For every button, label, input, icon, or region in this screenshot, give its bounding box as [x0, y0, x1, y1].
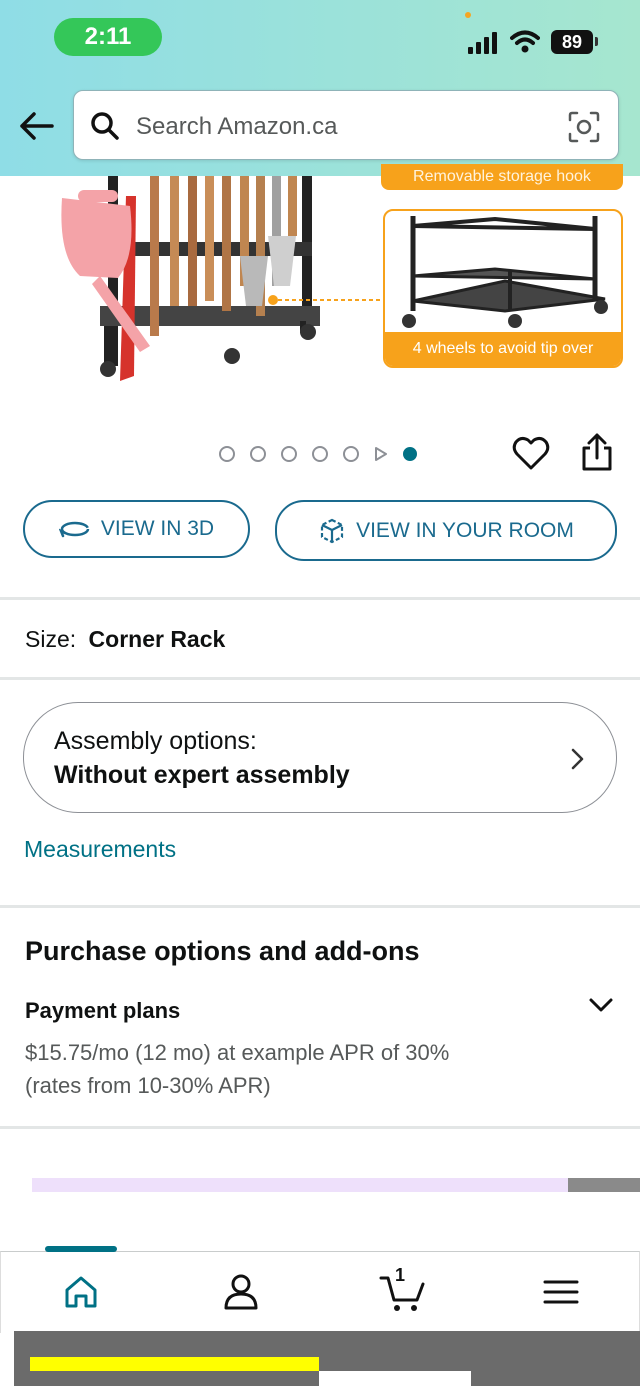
carousel-dot[interactable] [219, 446, 235, 462]
active-tab-indicator [45, 1246, 117, 1252]
assembly-options-value: Without expert assembly [54, 761, 350, 789]
size-label: Size: [25, 626, 77, 652]
carousel-dot[interactable] [343, 446, 359, 462]
payment-plans-heading[interactable]: Payment plans [25, 998, 180, 1024]
section-divider [0, 597, 640, 600]
measurements-link[interactable]: Measurements [24, 836, 176, 863]
cart-button[interactable]: 1 [379, 1265, 425, 1314]
carousel-dot[interactable] [312, 446, 328, 462]
assembly-options-selector[interactable]: Assembly options: Without expert assembl… [23, 702, 617, 813]
image-carousel-dots[interactable] [219, 446, 417, 462]
view-in-3d-label: VIEW IN 3D [100, 517, 215, 540]
carousel-dot[interactable] [281, 446, 297, 462]
corner-rack-illustration [402, 216, 608, 328]
section-divider [0, 1126, 640, 1129]
battery-indicator: 89 [551, 30, 593, 54]
purchase-options-heading: Purchase options and add-ons [25, 936, 420, 966]
rotate-3d-icon [58, 521, 90, 538]
carousel-dot[interactable] [250, 446, 266, 462]
storage-hook-callout: Removable storage hook [381, 164, 623, 190]
render-artifact-strip [30, 1357, 319, 1371]
section-divider [0, 677, 640, 680]
chevron-right-icon [571, 748, 584, 770]
wheels-callout: 4 wheels to avoid tip over [383, 209, 623, 368]
bottom-navigation-bar: 1 [0, 1246, 640, 1333]
size-value: Corner Rack [88, 626, 226, 652]
cellular-signal-icon [468, 32, 497, 54]
size-selector[interactable]: Size: Corner Rack [25, 626, 225, 653]
search-icon [91, 112, 119, 140]
render-artifact-strip [319, 1371, 471, 1386]
view-in-3d-button[interactable]: VIEW IN 3D [23, 500, 250, 558]
video-play-icon[interactable] [374, 446, 388, 462]
cart-count-badge: 1 [395, 1265, 406, 1285]
render-artifact-bar [32, 1178, 568, 1192]
privacy-indicator-dot [465, 12, 471, 18]
home-icon[interactable] [59, 1270, 103, 1314]
assembly-options-label: Assembly options: [54, 727, 257, 755]
camera-scan-icon[interactable] [568, 111, 600, 143]
chevron-down-icon[interactable] [588, 996, 614, 1014]
heart-icon[interactable] [512, 434, 550, 472]
payment-plan-details: $15.75/mo (12 mo) at example APR of 30% … [25, 1040, 450, 1098]
status-time: 2:11 [54, 18, 162, 56]
wifi-icon [510, 30, 540, 53]
section-divider [0, 905, 640, 908]
render-artifact-bar [568, 1178, 640, 1192]
search-input[interactable]: Search Amazon.ca [73, 90, 619, 160]
wheels-callout-label: 4 wheels to avoid tip over [385, 332, 621, 366]
search-placeholder: Search Amazon.ca [136, 113, 338, 140]
ar-cube-icon [320, 518, 344, 543]
carousel-dot-active[interactable] [403, 447, 417, 461]
view-in-your-room-label: VIEW IN YOUR ROOM [356, 518, 574, 542]
top-header: 2:11 89 Search Amazon.ca [0, 0, 640, 176]
view-in-your-room-button[interactable]: VIEW IN YOUR ROOM [275, 500, 617, 561]
share-icon[interactable] [578, 432, 616, 472]
account-icon[interactable] [219, 1270, 263, 1314]
battery-tip [595, 37, 598, 46]
menu-icon[interactable] [539, 1270, 583, 1314]
back-arrow-icon[interactable] [18, 110, 54, 142]
